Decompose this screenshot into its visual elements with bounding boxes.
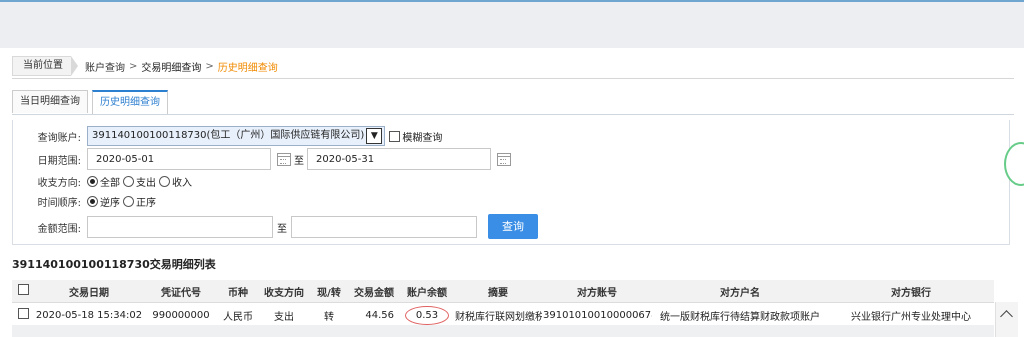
account-label: 查询账户:	[37, 132, 81, 144]
column-header: 对方户名	[652, 280, 828, 303]
order-radio-desc[interactable]: 逆序	[87, 194, 120, 209]
date-to-input[interactable]: 2020-05-31	[307, 148, 491, 170]
cell-direction: 支出	[258, 302, 310, 328]
direction-radio-all[interactable]: 全部	[87, 174, 120, 189]
list-title: 391140100100118730交易明细列表	[12, 258, 216, 271]
breadcrumb: 当前位置 账户查询 > 交易明细查询 > 历史明细查询	[12, 56, 278, 76]
radio-selected-icon[interactable]	[87, 176, 98, 187]
amount-to-separator: 至	[277, 223, 287, 235]
breadcrumb-item-account-query[interactable]: 账户查询	[85, 59, 125, 74]
scrollbar[interactable]	[995, 302, 1018, 337]
column-header: 币种	[218, 280, 258, 303]
column-header: 账户余额	[400, 280, 454, 303]
cell-balance: 0.53	[400, 302, 454, 328]
breadcrumb-current: 历史明细查询	[217, 62, 278, 74]
fuzzy-query-label: 模糊查询	[402, 132, 443, 144]
account-select[interactable]: 391140100100118730(包工（广州）国际供应链有限公司) ▼	[87, 126, 386, 146]
chevron-up-icon[interactable]	[1000, 310, 1013, 323]
divider	[12, 78, 1014, 79]
amount-label: 金额范围:	[37, 223, 81, 235]
tab-today-detail[interactable]: 当日明细查询	[12, 90, 88, 113]
column-header: 收支方向	[258, 280, 310, 303]
cell-counter-bank: 兴业银行广州专业处理中心	[828, 302, 994, 328]
table-header-row: 交易日期 凭证代号 币种 收支方向 现/转 交易金额 账户余额 摘要 对方账号 …	[12, 280, 994, 303]
breadcrumb-here-label: 当前位置	[12, 56, 78, 76]
direction-radio-income[interactable]: 收入	[159, 174, 192, 189]
query-button[interactable]: 查询	[488, 214, 538, 239]
account-select-value: 391140100100118730(包工（广州）国际供应链有限公司)	[92, 130, 365, 141]
column-header: 凭证代号	[144, 280, 218, 303]
table-row-partial	[12, 325, 994, 337]
row-checkbox[interactable]	[12, 302, 34, 328]
column-header: 交易日期	[34, 280, 144, 303]
column-header: 摘要	[454, 280, 542, 303]
cell-date: 2020-05-18 15:34:02	[34, 302, 144, 328]
cell-voucher: 990000000	[144, 302, 218, 328]
amount-row: 金额范围: 至	[13, 216, 477, 238]
column-header: 现/转	[310, 280, 348, 303]
amount-from-input[interactable]	[87, 216, 273, 238]
fuzzy-query-checkbox[interactable]	[389, 130, 401, 142]
amount-to-input[interactable]	[291, 216, 477, 238]
direction-label: 收支方向:	[37, 178, 81, 189]
order-label: 时间顺序:	[37, 198, 81, 209]
select-all-checkbox[interactable]	[12, 280, 34, 303]
annotation-circle: 0.53	[404, 305, 450, 325]
cell-summary: 财税库行联网划缴税款	[454, 302, 542, 328]
order-row: 时间顺序: 逆序 正序	[13, 194, 159, 209]
cell-amount: 44.56	[348, 302, 400, 328]
tab-bar: 当日明细查询 历史明细查询	[12, 90, 172, 115]
direction-row: 收支方向: 全部 支出 收入	[13, 174, 195, 189]
calendar-icon[interactable]	[497, 152, 511, 166]
breadcrumb-item-transaction-query[interactable]: 交易明细查询	[141, 59, 201, 74]
account-row: 查询账户: 391140100100118730(包工（广州）国际供应链有限公司…	[13, 126, 442, 146]
transaction-table: 交易日期 凭证代号 币种 收支方向 现/转 交易金额 账户余额 摘要 对方账号 …	[12, 280, 994, 328]
direction-radio-expense[interactable]: 支出	[123, 174, 156, 189]
cell-cash-transfer: 转	[310, 302, 348, 328]
chevron-down-icon[interactable]: ▼	[366, 128, 383, 144]
column-header: 交易金额	[348, 280, 400, 303]
divider	[12, 114, 1014, 115]
radio-selected-icon[interactable]	[87, 196, 98, 207]
radio-icon[interactable]	[123, 176, 134, 187]
calendar-icon[interactable]	[277, 152, 291, 166]
column-header: 对方银行	[828, 280, 994, 303]
order-radio-asc[interactable]: 正序	[123, 194, 156, 209]
column-header: 对方账号	[542, 280, 652, 303]
table-row[interactable]: 2020-05-18 15:34:02 990000000 人民币 支出 转 4…	[12, 302, 994, 328]
radio-icon[interactable]	[123, 196, 134, 207]
date-to-separator: 至	[294, 155, 304, 167]
tab-history-detail[interactable]: 历史明细查询	[92, 90, 168, 115]
date-label: 日期范围:	[37, 155, 81, 167]
cell-counter-name: 统一版财税库行待结算财政款项账户	[652, 302, 828, 328]
radio-icon[interactable]	[159, 176, 170, 187]
breadcrumb-separator: >	[129, 60, 138, 72]
top-banner	[0, 0, 1024, 48]
breadcrumb-separator: >	[205, 60, 214, 72]
cell-counter-account: 391010100100000678	[542, 302, 652, 328]
cell-currency: 人民币	[218, 302, 258, 328]
date-from-input[interactable]: 2020-05-01	[87, 148, 271, 170]
date-row: 日期范围: 2020-05-01 至 2020-05-31	[13, 148, 514, 170]
